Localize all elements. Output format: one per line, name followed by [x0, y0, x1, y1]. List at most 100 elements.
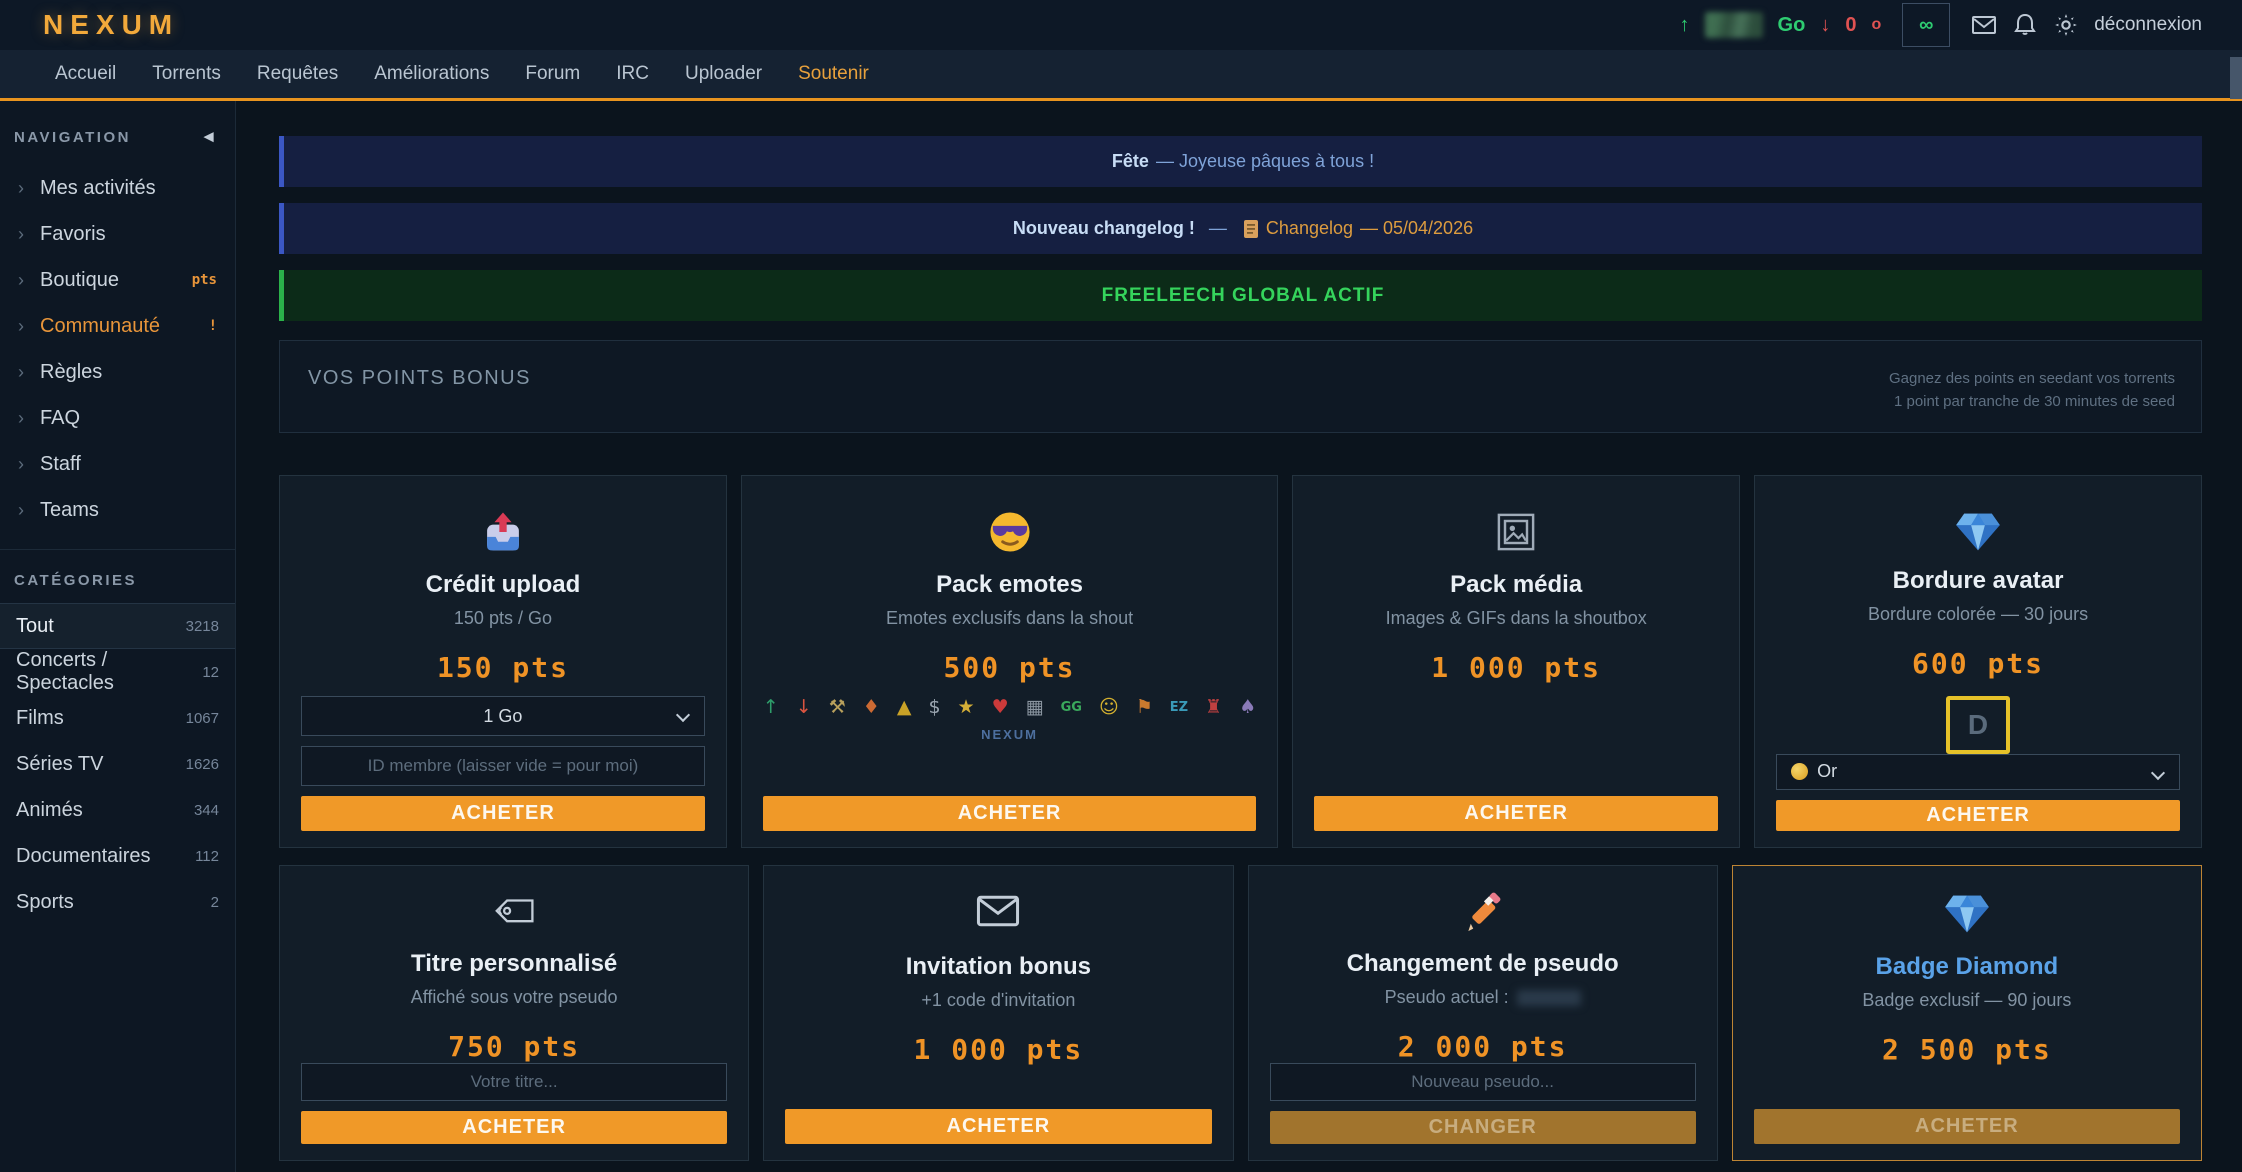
- points-panel: VOS POINTS BONUS Gagnez des points en se…: [279, 340, 2202, 433]
- category-count: 344: [194, 802, 219, 819]
- sidebar-item-faq[interactable]: › FAQ: [0, 395, 235, 441]
- upload-amount-select[interactable]: 1 Go: [301, 696, 705, 736]
- acheter-button[interactable]: ACHETER: [1776, 800, 2180, 831]
- new-pseudo-input[interactable]: [1270, 1063, 1696, 1101]
- sidebar-item-boutique[interactable]: › Boutique pts: [0, 257, 235, 303]
- category-series-tv[interactable]: Séries TV 1626: [0, 741, 235, 787]
- shop-card-badge-diamond: Badge Diamond Badge exclusif — 90 jours …: [1732, 865, 2202, 1161]
- shop-card-bordure-avatar: Bordure avatar Bordure colorée — 30 jour…: [1754, 475, 2202, 848]
- category-sports[interactable]: Sports 2: [0, 879, 235, 925]
- nav-tab-irc[interactable]: IRC: [616, 63, 649, 85]
- scroll-icon: [1243, 219, 1259, 239]
- card-title: Changement de pseudo: [1270, 950, 1696, 978]
- nav-tab-ameliorations[interactable]: Améliorations: [374, 63, 489, 85]
- label-tag-icon: [301, 892, 727, 937]
- emotes-watermark: NEXUM: [763, 727, 1256, 742]
- sidebar-item-mes-activites[interactable]: › Mes activités: [0, 165, 235, 211]
- emote-tent: ▲: [897, 698, 912, 717]
- card-subtitle: Pseudo actuel :: [1270, 987, 1696, 1008]
- nav-tab-torrents[interactable]: Torrents: [152, 63, 221, 85]
- member-id-input[interactable]: [301, 746, 705, 786]
- sidebar-categories-title: CATÉGORIES: [0, 572, 235, 589]
- banner-freeleech: FREELEECH GLOBAL ACTIF: [279, 270, 2202, 321]
- acheter-button[interactable]: ACHETER: [1754, 1109, 2180, 1144]
- nav-tab-requetes[interactable]: Requêtes: [257, 63, 338, 85]
- emote-arrowhead: ♠: [1239, 698, 1256, 717]
- sidebar-item-regles[interactable]: › Règles: [0, 349, 235, 395]
- upload-unit: Go: [1778, 14, 1806, 37]
- download-unit: o: [1871, 16, 1881, 34]
- changer-button[interactable]: CHANGER: [1270, 1111, 1696, 1144]
- card-title: Pack emotes: [763, 571, 1256, 599]
- card-title: Bordure avatar: [1776, 567, 2180, 595]
- card-title: Invitation bonus: [785, 953, 1211, 981]
- border-color-select[interactable]: Or: [1776, 754, 2180, 790]
- category-count: 2: [211, 894, 219, 911]
- emote-ez: EZ: [1170, 701, 1188, 714]
- card-subtitle: Emotes exclusifs dans la shout: [763, 608, 1256, 629]
- alert-badge: !: [209, 318, 217, 334]
- card-price: 1 000 pts: [785, 1033, 1211, 1066]
- sidebar-item-favoris[interactable]: › Favoris: [0, 211, 235, 257]
- category-animes[interactable]: Animés 344: [0, 787, 235, 833]
- sidebar-item-communaute[interactable]: › Communauté !: [0, 303, 235, 349]
- chevron-right-icon: ›: [18, 408, 24, 429]
- chevron-right-icon: ›: [18, 500, 24, 521]
- nav-tab-forum[interactable]: Forum: [525, 63, 580, 85]
- acheter-button[interactable]: ACHETER: [763, 796, 1256, 831]
- site-logo[interactable]: NEXUM: [43, 9, 179, 41]
- scrollbar-thumb[interactable]: [2230, 57, 2242, 99]
- emote-firecracker: ♜: [1205, 698, 1222, 717]
- nav-tab-soutenir[interactable]: Soutenir: [798, 63, 869, 85]
- card-price: 500 pts: [763, 651, 1256, 684]
- banner-fete: Fête — Joyeuse pâques à tous !: [279, 136, 2202, 187]
- sidebar-item-staff[interactable]: › Staff: [0, 441, 235, 487]
- sidebar-item-teams[interactable]: › Teams: [0, 487, 235, 533]
- main-nav: Accueil Torrents Requêtes Améliorations …: [0, 50, 2242, 101]
- logout-link[interactable]: déconnexion: [2094, 14, 2202, 36]
- acheter-button[interactable]: ACHETER: [785, 1109, 1211, 1144]
- card-title: Titre personnalisé: [301, 950, 727, 978]
- category-tout[interactable]: Tout 3218: [0, 603, 235, 649]
- sidebar-collapse-icon[interactable]: ◄: [200, 127, 217, 147]
- upload-amount-redacted: [1705, 12, 1763, 38]
- topbar-user-area: ↑ Go ↓ 0 o ∞ déconnexion: [1680, 3, 2202, 47]
- custom-title-input[interactable]: [301, 1063, 727, 1101]
- main-content: Fête — Joyeuse pâques à tous ! Nouveau c…: [236, 101, 2242, 1172]
- category-documentaires[interactable]: Documentaires 112: [0, 833, 235, 879]
- nav-tab-uploader[interactable]: Uploader: [685, 63, 762, 85]
- ratio-box[interactable]: ∞: [1902, 3, 1950, 47]
- chevron-right-icon: ›: [18, 178, 24, 199]
- upload-arrow-icon: ↑: [1680, 14, 1690, 37]
- sunglasses-face-icon: [763, 510, 1256, 558]
- changelog-link[interactable]: Changelog: [1266, 218, 1353, 239]
- pts-badge: pts: [192, 272, 217, 288]
- card-title: Crédit upload: [301, 571, 705, 599]
- gear-icon[interactable]: [2053, 12, 2079, 38]
- shop-card-titre-personnalise: Titre personnalisé Affiché sous votre ps…: [279, 865, 749, 1161]
- avatar-border-preview: D: [1946, 696, 2010, 754]
- card-subtitle: Bordure colorée — 30 jours: [1776, 604, 2180, 625]
- emote-bone: ⚒: [829, 698, 846, 717]
- current-pseudo-redacted: [1517, 990, 1581, 1006]
- category-concerts-spectacles[interactable]: Concerts / Spectacles 12: [0, 649, 235, 695]
- emote-star: ★: [958, 698, 975, 717]
- download-value: 0: [1845, 14, 1856, 37]
- mail-icon[interactable]: [1971, 12, 1997, 38]
- emote-flame: ♦: [863, 698, 880, 717]
- points-info: Gagnez des points en seedant vos torrent…: [1889, 367, 2175, 432]
- chevron-down-icon: [2151, 766, 2165, 780]
- acheter-button[interactable]: ACHETER: [301, 1111, 727, 1144]
- category-films[interactable]: Films 1067: [0, 695, 235, 741]
- banner-changelog: Nouveau changelog ! — Changelog — 05/04/…: [279, 203, 2202, 254]
- sidebar-nav-title: NAVIGATION: [14, 129, 131, 146]
- bell-icon[interactable]: [2012, 12, 2038, 38]
- card-subtitle: 150 pts / Go: [301, 608, 705, 629]
- acheter-button[interactable]: ACHETER: [1314, 796, 1718, 831]
- card-price: 1 000 pts: [1314, 651, 1718, 684]
- chevron-down-icon: [676, 708, 690, 722]
- sidebar-divider: [0, 549, 235, 550]
- card-price: 150 pts: [301, 651, 705, 684]
- acheter-button[interactable]: ACHETER: [301, 796, 705, 831]
- nav-tab-accueil[interactable]: Accueil: [55, 63, 116, 85]
